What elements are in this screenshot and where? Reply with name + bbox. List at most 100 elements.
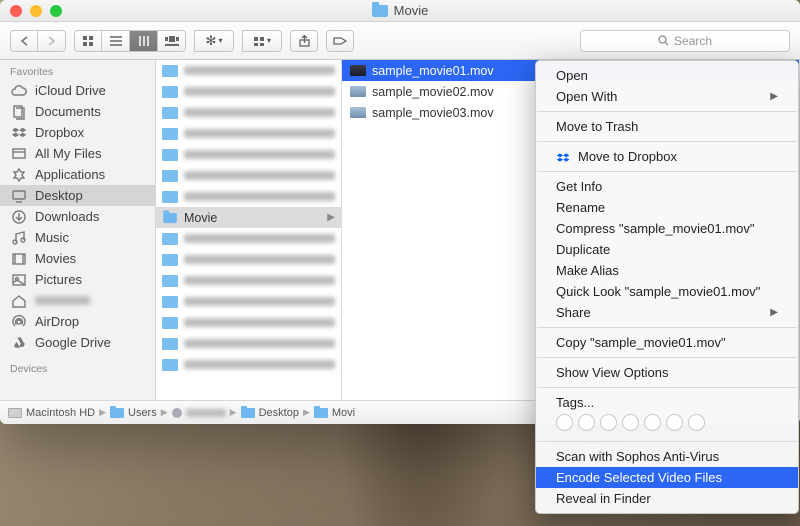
list-view-button[interactable] [102, 30, 130, 52]
folder-icon [241, 408, 255, 418]
sidebar-header-favorites: Favorites [0, 60, 155, 80]
tag-dot[interactable] [644, 414, 661, 431]
sidebar-item-applications[interactable]: Applications [0, 164, 155, 185]
menu-duplicate[interactable]: Duplicate [536, 239, 798, 260]
sidebar-item-label: Desktop [35, 188, 83, 203]
path-crumb-desktop[interactable]: Desktop [241, 407, 299, 419]
chevron-right-icon: ▶ [99, 407, 106, 418]
toolbar: ✻▾ ▾ Search [0, 22, 800, 60]
menu-open[interactable]: Open [536, 65, 798, 86]
sidebar-item-movies[interactable]: Movies [0, 248, 155, 269]
sidebar-item-label: Applications [35, 167, 105, 182]
movie-thumbnail-icon [350, 107, 366, 118]
menu-scan[interactable]: Scan with Sophos Anti-Virus [536, 446, 798, 467]
menu-rename[interactable]: Rename [536, 197, 798, 218]
menu-tags-label: Tags... [536, 392, 798, 410]
menu-view-options[interactable]: Show View Options [536, 362, 798, 383]
column-view-button[interactable] [130, 30, 158, 52]
menu-trash[interactable]: Move to Trash [536, 116, 798, 137]
menu-move-dropbox[interactable]: Move to Dropbox [536, 146, 798, 167]
view-mode-buttons [74, 30, 186, 52]
sidebar-item-desktop[interactable]: Desktop [0, 185, 155, 206]
menu-tags [536, 410, 798, 437]
downloads-icon [10, 210, 27, 224]
path-crumb-home[interactable] [172, 408, 226, 418]
tag-dot[interactable] [600, 414, 617, 431]
menu-get-info[interactable]: Get Info [536, 176, 798, 197]
google-drive-icon [10, 336, 27, 350]
back-button[interactable] [10, 30, 38, 52]
menu-reveal[interactable]: Reveal in Finder [536, 488, 798, 509]
sidebar-item-googledrive[interactable]: Google Drive [0, 332, 155, 353]
menu-open-with[interactable]: Open With▶ [536, 86, 798, 107]
path-crumb-users[interactable]: Users [110, 407, 157, 419]
zoom-button[interactable] [50, 5, 62, 17]
folder-icon [372, 5, 388, 17]
nav-buttons [10, 30, 66, 52]
menu-copy[interactable]: Copy "sample_movie01.mov" [536, 332, 798, 353]
icon-view-button[interactable] [74, 30, 102, 52]
submenu-arrow-icon: ▶ [770, 91, 778, 102]
file-name: sample_movie02.mov [372, 85, 494, 99]
documents-icon [10, 105, 27, 119]
title-text: Movie [394, 3, 429, 18]
sidebar-item-dropbox[interactable]: Dropbox [0, 122, 155, 143]
sidebar-item-airdrop[interactable]: AirDrop [0, 311, 155, 332]
tags-button[interactable] [326, 30, 354, 52]
share-button[interactable] [290, 30, 318, 52]
menu-separator [537, 111, 797, 112]
menu-share[interactable]: Share▶ [536, 302, 798, 323]
column1-selected-folder[interactable]: Movie ▶ [156, 207, 341, 228]
sidebar-item-allfiles[interactable]: All My Files [0, 143, 155, 164]
movie-thumbnail-icon [350, 65, 366, 76]
search-placeholder: Search [674, 34, 712, 48]
folder-icon [163, 212, 177, 222]
file-name: sample_movie03.mov [372, 106, 494, 120]
menu-separator [537, 141, 797, 142]
tag-dot[interactable] [622, 414, 639, 431]
window-title: Movie [0, 3, 800, 18]
cloud-icon [10, 84, 27, 98]
minimize-button[interactable] [30, 5, 42, 17]
menu-separator [537, 387, 797, 388]
submenu-arrow-icon: ▶ [770, 307, 778, 318]
sidebar-item-label: Music [35, 230, 69, 245]
sidebar-item-label: Movies [35, 251, 76, 266]
sidebar-item-music[interactable]: Music [0, 227, 155, 248]
forward-button[interactable] [38, 30, 66, 52]
sidebar-item-label: Google Drive [35, 335, 111, 350]
chevron-right-icon: ▶ [161, 407, 168, 418]
sidebar-item-label: AirDrop [35, 314, 79, 329]
music-icon [10, 231, 27, 245]
search-input[interactable]: Search [580, 30, 790, 52]
menu-separator [537, 441, 797, 442]
tag-dot[interactable] [556, 414, 573, 431]
airdrop-icon [10, 315, 27, 329]
tag-dot[interactable] [578, 414, 595, 431]
search-icon [658, 35, 669, 46]
tag-dot[interactable] [666, 414, 683, 431]
menu-quicklook[interactable]: Quick Look "sample_movie01.mov" [536, 281, 798, 302]
menu-compress[interactable]: Compress "sample_movie01.mov" [536, 218, 798, 239]
crumb-label: Desktop [259, 407, 299, 419]
arrange-button[interactable]: ✻▾ [194, 30, 234, 52]
window-controls [0, 5, 62, 17]
path-crumb-disk[interactable]: Macintosh HD [8, 407, 95, 419]
sidebar-item-downloads[interactable]: Downloads [0, 206, 155, 227]
tag-dot[interactable] [688, 414, 705, 431]
close-button[interactable] [10, 5, 22, 17]
folder-icon [314, 408, 328, 418]
menu-encode[interactable]: Encode Selected Video Files [536, 467, 798, 488]
chevron-right-icon: ▶ [230, 407, 237, 418]
column-1[interactable]: Movie ▶ [156, 60, 342, 400]
menu-alias[interactable]: Make Alias [536, 260, 798, 281]
sidebar-item-icloud[interactable]: iCloud Drive [0, 80, 155, 101]
sidebar-item-pictures[interactable]: Pictures [0, 269, 155, 290]
coverflow-view-button[interactable] [158, 30, 186, 52]
sidebar-item-documents[interactable]: Documents [0, 101, 155, 122]
action-button[interactable]: ▾ [242, 30, 282, 52]
path-crumb-current[interactable]: Movi [314, 407, 355, 419]
dropbox-icon [10, 126, 27, 140]
dropbox-icon [556, 151, 570, 163]
sidebar-item-home[interactable] [0, 290, 155, 311]
